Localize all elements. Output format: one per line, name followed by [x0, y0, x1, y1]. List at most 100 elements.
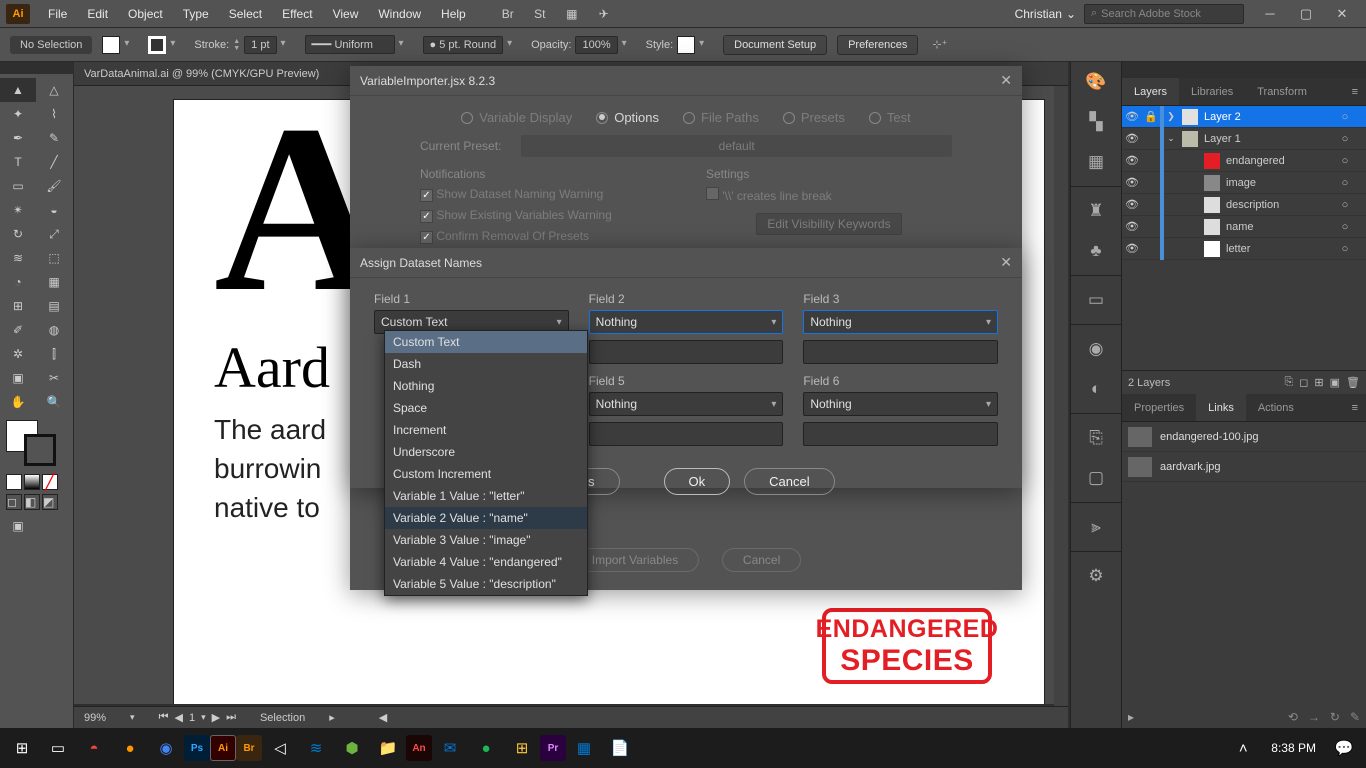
tool-gradient[interactable]: ▤ — [36, 294, 72, 318]
tray-expand-icon[interactable]: ˄ — [1225, 730, 1261, 766]
tool-scale[interactable]: ⤢ — [36, 222, 72, 246]
relink-icon[interactable]: ⟲ — [1288, 710, 1298, 724]
menu-object[interactable]: Object — [118, 7, 173, 21]
field3-select[interactable]: Nothing▾ — [803, 310, 998, 334]
visibility-toggle-icon[interactable]: 👁 — [1122, 132, 1142, 145]
tool-lasso[interactable]: ⌇ — [36, 102, 72, 126]
dropdown-option[interactable]: Variable 2 Value : "name" — [385, 507, 587, 529]
tool-zoom[interactable]: 🔍 — [36, 390, 72, 414]
artboards-panel-icon[interactable]: ▢ — [1071, 458, 1121, 498]
links-expand-icon[interactable]: ▸ — [1128, 710, 1134, 724]
vscode-icon[interactable]: ≋ — [298, 730, 334, 766]
clip-mask-icon[interactable]: ◻ — [1299, 376, 1308, 389]
target-icon[interactable]: ○ — [1336, 221, 1354, 233]
tool-rectangle[interactable]: ▭ — [0, 174, 36, 198]
brush-definition-select[interactable]: ● 5 pt. Round — [423, 36, 504, 54]
stock-icon[interactable]: St — [527, 4, 553, 24]
stroke-color-swatch[interactable] — [24, 434, 56, 466]
explorer-icon[interactable]: 📁 — [370, 730, 406, 766]
window-minimize[interactable]: ─ — [1252, 0, 1288, 28]
settings-panel-icon[interactable]: ⚙ — [1071, 556, 1121, 596]
tool-perspective[interactable]: ▦ — [36, 270, 72, 294]
dropdown-option[interactable]: Underscore — [385, 441, 587, 463]
search-stock-input[interactable]: ⌕Search Adobe Stock — [1084, 4, 1244, 24]
cancel-button[interactable]: Cancel — [744, 468, 834, 495]
symbols-panel-icon[interactable]: ♜ — [1071, 191, 1121, 231]
scrollbar-vertical[interactable] — [1054, 86, 1068, 714]
menu-file[interactable]: File — [38, 7, 77, 21]
chrome-icon[interactable]: ◉ — [148, 730, 184, 766]
gradient-mode-icon[interactable] — [24, 474, 40, 490]
panel-menu-icon[interactable]: ≡ — [1344, 86, 1366, 98]
menu-help[interactable]: Help — [431, 7, 476, 21]
style-swatch[interactable] — [677, 36, 695, 54]
brush-profile-select[interactable]: ━━━ Uniform — [305, 35, 395, 54]
tab-layers[interactable]: Layers — [1122, 78, 1179, 105]
dialog-close-icon[interactable]: ✕ — [1000, 72, 1012, 89]
links-panel-menu-icon[interactable]: ≡ — [1344, 402, 1366, 414]
tool-blend[interactable]: ◍ — [36, 318, 72, 342]
tool-shape-builder[interactable]: ◔ — [0, 270, 36, 294]
tool-type[interactable]: T — [0, 150, 36, 174]
field6-select[interactable]: Nothing▾ — [803, 392, 998, 416]
expand-icon[interactable]: ⌄ — [1164, 133, 1178, 144]
target-icon[interactable]: ○ — [1336, 177, 1354, 189]
tab-libraries[interactable]: Libraries — [1179, 78, 1245, 105]
tool-artboard[interactable]: ▣ — [0, 366, 36, 390]
photoshop-icon[interactable]: Ps — [184, 735, 210, 761]
field1-dropdown-list[interactable]: Custom TextDashNothingSpaceIncrementUnde… — [384, 330, 588, 596]
visibility-toggle-icon[interactable]: 👁 — [1122, 242, 1142, 255]
locate-layer-icon[interactable]: ⎘ — [1284, 376, 1293, 389]
zoom-level[interactable]: 99% — [84, 712, 106, 724]
tool-eraser[interactable]: ◒ — [36, 198, 72, 222]
app-icon-1[interactable]: ⬢ — [334, 730, 370, 766]
app-icon-2[interactable]: ▦ — [566, 730, 602, 766]
bridge-icon[interactable]: Br — [495, 4, 521, 24]
assign-dialog-titlebar[interactable]: Assign Dataset Names ✕ — [350, 248, 1022, 278]
visibility-toggle-icon[interactable]: 👁 — [1122, 220, 1142, 233]
menu-edit[interactable]: Edit — [77, 7, 118, 21]
lock-toggle-icon[interactable]: 🔒 — [1142, 110, 1160, 123]
dropdown-option[interactable]: Custom Text — [385, 331, 587, 353]
tool-shaper[interactable]: ✴ — [0, 198, 36, 222]
start-button[interactable]: ⊞ — [4, 730, 40, 766]
tool-selection[interactable]: ▲ — [0, 78, 36, 102]
layer-row[interactable]: 👁description○ — [1122, 194, 1366, 216]
tab-actions[interactable]: Actions — [1246, 394, 1306, 421]
dropdown-option[interactable]: Custom Increment — [385, 463, 587, 485]
system-clock[interactable]: 8:38 PM — [1261, 741, 1326, 755]
window-maximize[interactable]: ▢ — [1288, 0, 1324, 28]
update-link-icon[interactable]: ↻ — [1330, 710, 1340, 724]
tool-pen[interactable]: ✒ — [0, 126, 36, 150]
tool-mesh[interactable]: ⊞ — [0, 294, 36, 318]
unity-icon[interactable]: ◁ — [262, 730, 298, 766]
fill-swatch[interactable] — [102, 36, 120, 54]
tool-graph[interactable]: ⫿ — [36, 342, 72, 366]
tool-curvature[interactable]: ✎ — [36, 126, 72, 150]
menu-window[interactable]: Window — [368, 7, 431, 21]
tool-free-transform[interactable]: ⬚ — [36, 246, 72, 270]
calculator-icon[interactable]: ⊞ — [504, 730, 540, 766]
graphic-styles-icon[interactable]: ◐ — [1071, 369, 1121, 409]
target-icon[interactable]: ○ — [1336, 243, 1354, 255]
target-icon[interactable]: ○ — [1336, 133, 1354, 145]
color-guide-icon[interactable]: ▦ — [1071, 142, 1121, 182]
target-icon[interactable]: ○ — [1336, 155, 1354, 167]
tool-magic-wand[interactable]: ✦ — [0, 102, 36, 126]
tool-rotate[interactable]: ↻ — [0, 222, 36, 246]
gpu-icon[interactable]: ✈ — [591, 4, 617, 24]
field2-select[interactable]: Nothing▾ — [589, 310, 784, 334]
color-panel-icon[interactable]: 🎨 — [1071, 62, 1121, 102]
layer-row[interactable]: 👁name○ — [1122, 216, 1366, 238]
ok-button[interactable]: Ok — [664, 468, 731, 495]
menu-view[interactable]: View — [323, 7, 369, 21]
menu-type[interactable]: Type — [173, 7, 219, 21]
window-close[interactable]: ✕ — [1324, 0, 1360, 28]
layer-row[interactable]: 👁image○ — [1122, 172, 1366, 194]
layer-row[interactable]: 👁letter○ — [1122, 238, 1366, 260]
layer-row[interactable]: 👁🔒❯Layer 2○ — [1122, 106, 1366, 128]
color-mode-icon[interactable] — [6, 474, 22, 490]
fill-stroke-swatches[interactable] — [6, 420, 73, 470]
goto-link-icon[interactable]: → — [1308, 710, 1320, 724]
draw-inside-icon[interactable]: ◩ — [42, 494, 58, 510]
